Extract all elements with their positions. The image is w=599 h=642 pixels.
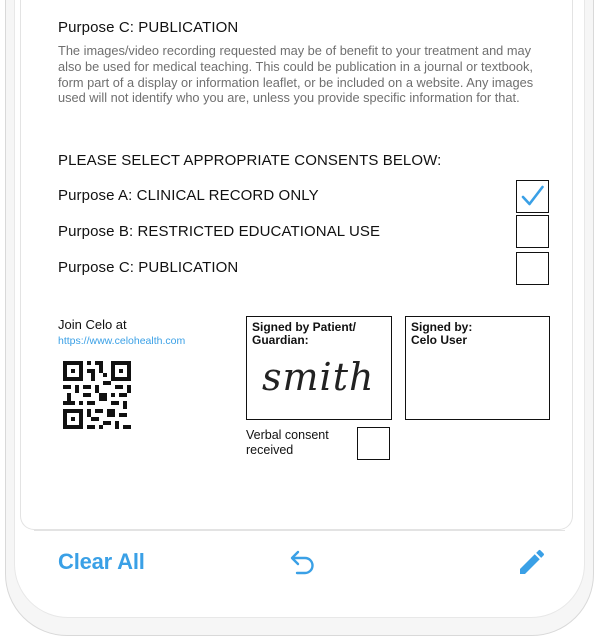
undo-arrow-icon	[290, 550, 314, 575]
consent-option-a-label: Purpose A: CLINICAL RECORD ONLY	[58, 187, 319, 204]
checkmark-icon	[521, 185, 544, 206]
qr-code-icon	[63, 361, 131, 429]
purpose-c-description: The images/video recording requested may…	[58, 43, 534, 106]
verbal-consent-checkbox[interactable]	[357, 427, 390, 460]
patient-signature-box[interactable]: Signed by Patient/ Guardian: smith	[246, 316, 392, 420]
join-celo-text: Join Celo at	[58, 317, 127, 332]
purpose-c-heading: Purpose C: PUBLICATION	[58, 19, 239, 36]
user-signature-box[interactable]: Signed by: Celo User	[405, 316, 550, 420]
consent-option-a-checkbox[interactable]	[516, 180, 549, 213]
consent-option-b-checkbox[interactable]	[516, 215, 549, 248]
celo-website-link[interactable]: https://www.celohealth.com	[58, 335, 185, 347]
pencil-icon	[520, 549, 545, 574]
consent-option-c-checkbox[interactable]	[516, 252, 549, 285]
verbal-consent-label: Verbal consent received	[246, 428, 329, 457]
consent-option-c-label: Purpose C: PUBLICATION	[58, 259, 239, 276]
edit-button[interactable]	[516, 546, 548, 578]
consent-option-b-label: Purpose B: RESTRICTED EDUCATIONAL USE	[58, 223, 381, 240]
patient-signature-label: Signed by Patient/ Guardian:	[252, 320, 357, 347]
toolbar-divider	[34, 530, 565, 531]
consents-title: PLEASE SELECT APPROPRIATE CONSENTS BELOW…	[58, 152, 442, 169]
user-signature-label: Signed by: Celo User	[411, 320, 473, 347]
clear-all-button[interactable]: Clear All	[58, 549, 145, 575]
undo-button[interactable]	[286, 546, 320, 580]
patient-signature: smith	[262, 355, 375, 399]
